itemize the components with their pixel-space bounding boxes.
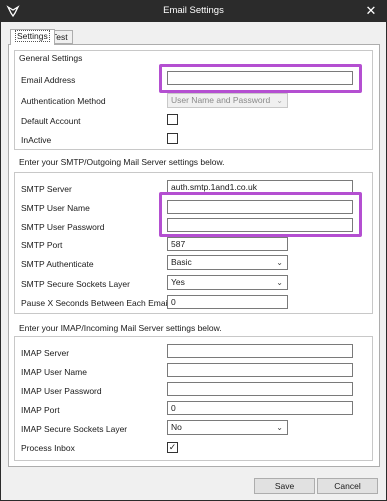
imap-server-label: IMAP Server xyxy=(21,348,70,358)
cancel-button[interactable]: Cancel xyxy=(317,478,378,494)
chevron-down-icon: ⌄ xyxy=(276,423,283,432)
chevron-down-icon: ⌄ xyxy=(276,278,283,287)
smtp-port-label: SMTP Port xyxy=(21,240,63,250)
smtp-ssl-label: SMTP Secure Sockets Layer xyxy=(21,279,130,289)
smtp-user-label: SMTP User Name xyxy=(21,203,90,213)
imap-server-input[interactable] xyxy=(167,344,353,358)
smtp-ssl-select[interactable]: Yes ⌄ xyxy=(167,275,288,290)
email-address-label: Email Address xyxy=(21,75,76,85)
smtp-authenticate-select[interactable]: Basic ⌄ xyxy=(167,255,288,270)
inactive-checkbox[interactable] xyxy=(167,133,178,144)
smtp-ssl-value: Yes xyxy=(171,277,185,287)
imap-port-input[interactable]: 0 xyxy=(167,401,353,415)
smtp-server-label: SMTP Server xyxy=(21,184,72,194)
imap-ssl-select[interactable]: No ⌄ xyxy=(167,420,288,435)
auth-method-select: User Name and Password ⌄ xyxy=(167,93,288,108)
title-bar: Email Settings ✕ xyxy=(0,0,387,22)
imap-port-label: IMAP Port xyxy=(21,405,60,415)
smtp-password-input[interactable] xyxy=(167,218,353,232)
email-address-input[interactable] xyxy=(167,71,353,85)
default-account-label: Default Account xyxy=(21,116,81,126)
smtp-authenticate-value: Basic xyxy=(171,257,192,267)
auth-method-value: User Name and Password xyxy=(171,95,271,105)
pause-seconds-input[interactable]: 0 xyxy=(167,295,288,309)
process-inbox-label: Process Inbox xyxy=(21,443,75,453)
smtp-password-label: SMTP User Password xyxy=(21,222,105,232)
close-icon[interactable]: ✕ xyxy=(363,3,379,19)
imap-heading: Enter your IMAP/Incoming Mail Server set… xyxy=(19,323,222,333)
tab-settings-label: Settings xyxy=(15,30,50,42)
pause-seconds-label: Pause X Seconds Between Each Email xyxy=(21,298,170,308)
default-account-checkbox[interactable] xyxy=(167,114,178,125)
chevron-down-icon: ⌄ xyxy=(276,96,283,105)
process-inbox-checkbox[interactable]: ✓ xyxy=(167,442,178,453)
imap-ssl-label: IMAP Secure Sockets Layer xyxy=(21,424,128,434)
imap-password-input[interactable] xyxy=(167,382,353,396)
smtp-user-input[interactable] xyxy=(167,200,353,214)
imap-password-label: IMAP User Password xyxy=(21,386,102,396)
checkmark-icon: ✓ xyxy=(168,442,177,452)
chevron-down-icon: ⌄ xyxy=(276,258,283,267)
inactive-label: InActive xyxy=(21,135,52,145)
save-button[interactable]: Save xyxy=(254,478,315,494)
general-settings-heading: General Settings xyxy=(19,53,83,63)
tab-settings[interactable]: Settings xyxy=(10,29,55,45)
auth-method-label: Authentication Method xyxy=(21,96,106,106)
window-title: Email Settings xyxy=(163,5,224,16)
imap-ssl-value: No xyxy=(171,422,182,432)
smtp-port-input[interactable]: 587 xyxy=(167,237,288,251)
smtp-authenticate-label: SMTP Authenticate xyxy=(21,259,94,269)
imap-user-input[interactable] xyxy=(167,363,353,377)
imap-user-label: IMAP User Name xyxy=(21,367,87,377)
smtp-heading: Enter your SMTP/Outgoing Mail Server set… xyxy=(19,157,225,167)
